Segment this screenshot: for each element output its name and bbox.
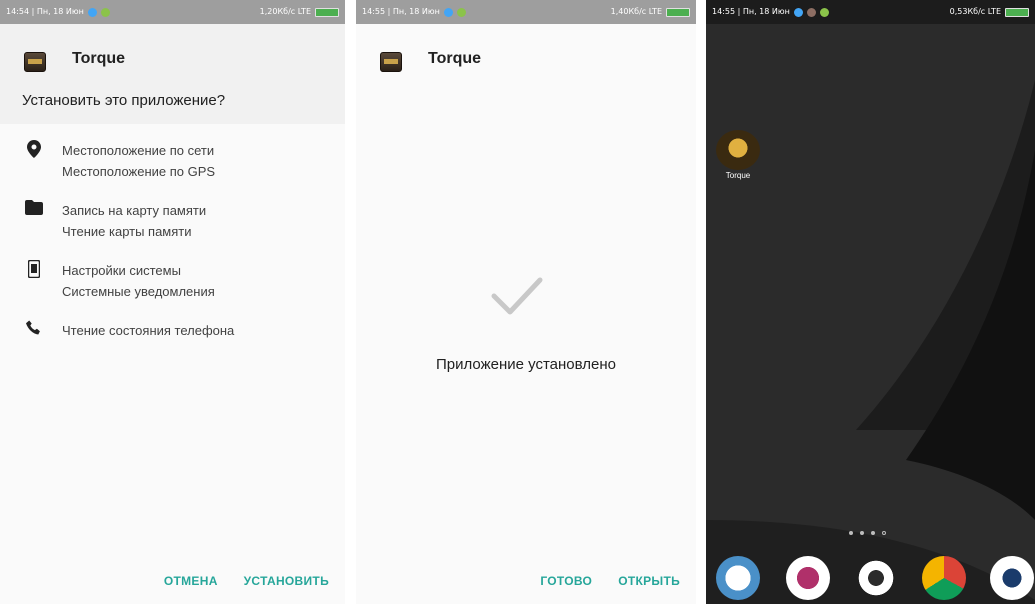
- shortcut-label: Torque: [725, 171, 751, 180]
- status-bar: 14:54 | Пн, 18 Июн 1,20Кб/с LTE: [0, 0, 345, 24]
- android-icon: [819, 7, 829, 17]
- permission-line: Настройки системы: [62, 263, 181, 278]
- android-icon: [100, 7, 110, 17]
- status-time: 14:54 | Пн, 18 Июн: [6, 7, 84, 16]
- home-screen: 14:55 | Пн, 18 Июн 0,53Кб/с LTE Torque: [706, 0, 1035, 604]
- page-indicator: [849, 531, 886, 535]
- torque-app-icon: [24, 52, 46, 72]
- permission-line: Чтение карты памяти: [62, 224, 192, 239]
- permission-storage: Запись на карту памяти Чтение карты памя…: [24, 200, 206, 242]
- status-bar: 14:55 | Пн, 18 Июн 0,53Кб/с LTE: [706, 0, 1035, 24]
- status-time: 14:55 | Пн, 18 Июн: [362, 7, 440, 16]
- battery-icon: [315, 7, 339, 17]
- installed-screen: 14:55 | Пн, 18 Июн 1,40Кб/с LTE Torque П…: [356, 0, 696, 604]
- battery-icon: [666, 7, 690, 17]
- installed-message: Приложение установлено: [436, 356, 616, 373]
- permission-system: Настройки системы Системные уведомления: [24, 260, 215, 302]
- app-title: Torque: [72, 50, 126, 67]
- open-button[interactable]: ОТКРЫТЬ: [618, 574, 680, 588]
- permission-line: Чтение состояния телефона: [62, 323, 235, 338]
- permission-line: Системные уведомления: [62, 284, 215, 299]
- permission-line: Местоположение по сети: [62, 143, 215, 158]
- checkmark-icon: [491, 277, 543, 315]
- wallpaper: [706, 0, 1035, 604]
- settings-gear-icon[interactable]: [854, 556, 898, 600]
- phone-settings-icon: [24, 260, 44, 280]
- status-bar: 14:55 | Пн, 18 Июн 1,40Кб/с LTE: [356, 0, 696, 24]
- page-dot: [849, 531, 853, 535]
- permission-line: Местоположение по GPS: [62, 164, 216, 179]
- app-title: Torque: [428, 50, 482, 67]
- contacts-icon[interactable]: [786, 556, 830, 600]
- notification-icon: [443, 7, 453, 17]
- battery-icon: [1005, 7, 1029, 17]
- network-speed: 1,20Кб/с LTE: [259, 7, 311, 16]
- cancel-button[interactable]: ОТМЕНА: [164, 574, 218, 588]
- page-dot: [871, 531, 875, 535]
- page-dot: [860, 531, 864, 535]
- android-icon: [456, 7, 466, 17]
- location-pin-icon: [24, 140, 44, 160]
- done-button[interactable]: ГОТОВО: [540, 574, 592, 588]
- notification-icon: [87, 7, 97, 17]
- torque-notification-icon: [806, 7, 816, 17]
- phone-call-icon: [24, 320, 44, 340]
- permission-phone: Чтение состояния телефона: [24, 320, 234, 341]
- torque-app-icon: [380, 52, 402, 72]
- phone-dialer-icon[interactable]: [716, 556, 760, 600]
- network-speed: 1,40Кб/с LTE: [610, 7, 662, 16]
- torque-desktop-shortcut[interactable]: Torque: [714, 130, 762, 180]
- permission-line: Запись на карту памяти: [62, 203, 207, 218]
- torque-app-icon: [716, 130, 760, 170]
- app-header: Torque: [356, 24, 696, 84]
- chrome-browser-icon[interactable]: [922, 556, 966, 600]
- dock: [706, 554, 1035, 604]
- folder-icon: [24, 200, 44, 220]
- page-dot-active: [882, 531, 886, 535]
- network-speed: 0,53Кб/с LTE: [949, 7, 1001, 16]
- camera-icon[interactable]: [990, 556, 1034, 600]
- app-header: Torque Установить это приложение?: [0, 24, 345, 124]
- permission-location: Местоположение по сети Местоположение по…: [24, 140, 215, 182]
- install-question: Установить это приложение?: [22, 92, 226, 109]
- install-screen: 14:54 | Пн, 18 Июн 1,20Кб/с LTE Torque У…: [0, 0, 345, 604]
- install-button[interactable]: УСТАНОВИТЬ: [244, 574, 329, 588]
- notification-icon: [793, 7, 803, 17]
- status-time: 14:55 | Пн, 18 Июн: [712, 7, 790, 16]
